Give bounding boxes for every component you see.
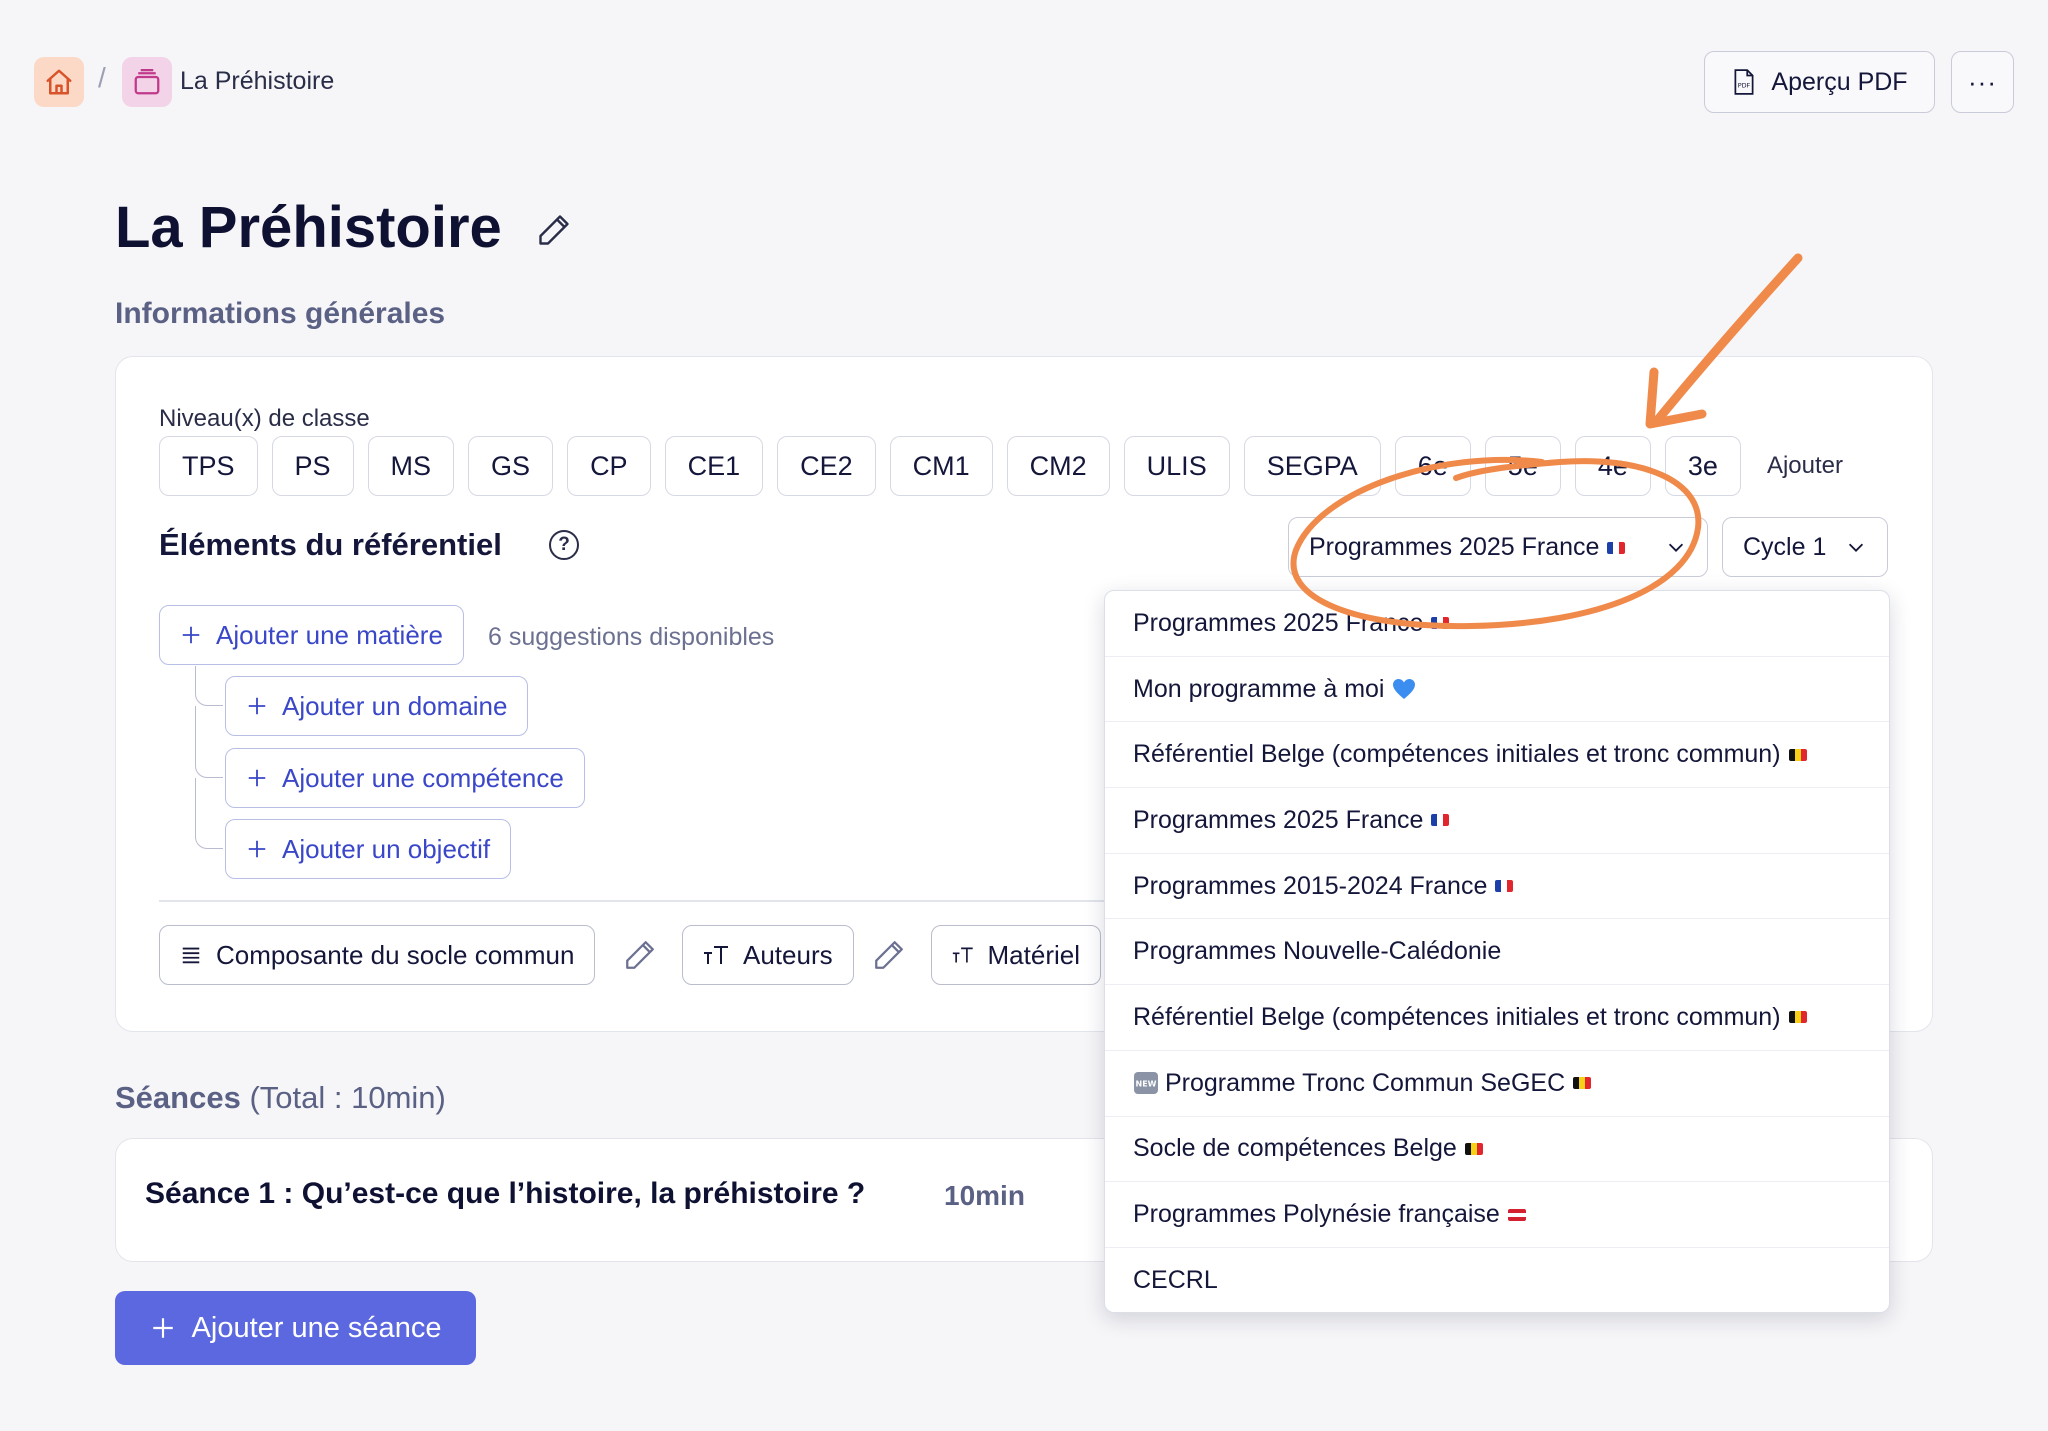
program-option[interactable]: Programmes 2015-2024 France xyxy=(1105,854,1889,920)
pdf-preview-button[interactable]: PDF Aperçu PDF xyxy=(1704,51,1935,113)
more-options-button[interactable]: ··· xyxy=(1951,51,2014,113)
home-button[interactable] xyxy=(34,57,84,107)
chevron-down-icon xyxy=(1848,543,1864,552)
levels-list: TPS PS MS GS CP CE1 CE2 CM1 CM2 ULIS SEG… xyxy=(159,436,1855,496)
levels-label: Niveau(x) de classe xyxy=(159,405,370,432)
pdf-icon: PDF xyxy=(1734,69,1754,95)
tree-connector xyxy=(195,778,223,849)
breadcrumb-separator: / xyxy=(98,62,106,93)
edit-auteurs-button[interactable] xyxy=(872,938,906,977)
level-chip[interactable]: 4e xyxy=(1574,436,1651,496)
level-chip[interactable]: CP xyxy=(567,436,651,496)
france-flag-icon xyxy=(1431,814,1450,827)
svg-text:PDF: PDF xyxy=(1738,81,1751,89)
cycle-select[interactable]: Cycle 1 xyxy=(1722,517,1888,577)
tree-connector xyxy=(195,706,223,778)
add-objectif-button[interactable]: Ajouter un objectif xyxy=(225,819,512,879)
breadcrumb-current[interactable]: La Préhistoire xyxy=(180,67,334,96)
section-info-label: Informations générales xyxy=(115,297,446,330)
edit-title-button[interactable] xyxy=(536,212,572,253)
level-chip[interactable]: PS xyxy=(271,436,354,496)
svg-text:NEW: NEW xyxy=(1136,1080,1157,1089)
pdf-preview-label: Aperçu PDF xyxy=(1771,67,1908,96)
level-chip[interactable]: 3e xyxy=(1664,436,1741,496)
plus-icon xyxy=(248,697,266,715)
belgium-flag-icon xyxy=(1573,1077,1592,1090)
text-size-icon xyxy=(952,947,973,963)
cycle-select-value: Cycle 1 xyxy=(1743,532,1827,561)
add-seance-button[interactable]: Ajouter une séance xyxy=(115,1291,476,1365)
seance-duration: 10min xyxy=(944,1180,1025,1211)
pencil-icon xyxy=(875,941,903,969)
france-flag-icon xyxy=(1495,880,1514,893)
pencil-icon xyxy=(626,941,654,969)
home-icon xyxy=(46,69,72,95)
socle-commun-button[interactable]: Composante du socle commun xyxy=(159,925,596,985)
sequence-button[interactable] xyxy=(122,57,172,107)
france-flag-icon xyxy=(1607,541,1626,554)
suggestions-count: 6 suggestions disponibles xyxy=(488,623,775,651)
program-dropdown: Programmes 2025 France Mon programme à m… xyxy=(1104,590,1890,1313)
add-competence-button[interactable]: Ajouter une compétence xyxy=(225,748,585,808)
program-option[interactable]: Programmes Polynésie française xyxy=(1105,1182,1889,1248)
level-chip[interactable]: CM2 xyxy=(1006,436,1110,496)
plus-icon xyxy=(248,840,266,858)
program-option[interactable]: Référentiel Belge (compétences initiales… xyxy=(1105,722,1889,789)
blue-heart-icon xyxy=(1393,679,1416,700)
level-chip[interactable]: MS xyxy=(367,436,455,496)
program-option[interactable]: CECRL xyxy=(1105,1248,1889,1312)
program-option[interactable]: Référentiel Belge (compétences initiales… xyxy=(1105,985,1889,1051)
add-matiere-button[interactable]: Ajouter une matière xyxy=(159,605,464,665)
level-chip[interactable]: 5e xyxy=(1484,436,1561,496)
program-select-value: Programmes 2025 France xyxy=(1309,533,1626,562)
level-chip[interactable]: 6e xyxy=(1394,436,1471,496)
page-title: La Préhistoire xyxy=(115,195,502,260)
program-option[interactable]: Mon programme à moi xyxy=(1105,657,1889,723)
add-level-button[interactable]: Ajouter xyxy=(1755,436,1855,496)
program-select[interactable]: Programmes 2025 France xyxy=(1288,517,1708,577)
france-flag-icon xyxy=(1431,617,1450,630)
level-chip[interactable]: ULIS xyxy=(1123,436,1230,496)
plus-icon xyxy=(182,626,200,644)
list-icon xyxy=(182,947,200,964)
plus-icon xyxy=(248,769,266,787)
materiel-button[interactable]: Matériel xyxy=(931,925,1101,985)
program-option[interactable]: NEW Programme Tronc Commun SeGEC xyxy=(1105,1051,1889,1117)
belgium-flag-icon xyxy=(1464,1142,1483,1155)
level-chip[interactable]: GS xyxy=(468,436,554,496)
seance-title: Séance 1 : Qu’est-ce que l’histoire, la … xyxy=(145,1177,866,1210)
polynesia-flag-icon xyxy=(1507,1208,1526,1221)
divider xyxy=(159,900,1109,902)
program-option[interactable]: Programmes 2025 France xyxy=(1105,788,1889,854)
belgium-flag-icon xyxy=(1788,748,1807,761)
text-size-icon xyxy=(704,946,728,964)
pencil-icon xyxy=(539,215,569,245)
level-chip[interactable]: CE2 xyxy=(777,436,876,496)
new-badge-icon: NEW xyxy=(1134,1072,1158,1095)
add-domaine-button[interactable]: Ajouter un domaine xyxy=(225,676,529,736)
level-chip[interactable]: SEGPA xyxy=(1243,436,1381,496)
auteurs-button[interactable]: Auteurs xyxy=(682,925,854,985)
referentiel-title: Éléments du référentiel xyxy=(159,527,502,562)
edit-socle-button[interactable] xyxy=(623,938,657,977)
belgium-flag-icon xyxy=(1788,1011,1807,1024)
tree-connector xyxy=(195,666,223,706)
help-icon[interactable]: ? xyxy=(549,530,579,560)
seances-header: Séances (Total : 10min) xyxy=(115,1080,446,1115)
level-chip[interactable]: TPS xyxy=(159,436,258,496)
stack-icon xyxy=(134,69,160,95)
program-option[interactable]: Socle de compétences Belge xyxy=(1105,1117,1889,1183)
level-chip[interactable]: CE1 xyxy=(664,436,764,496)
plus-icon xyxy=(152,1318,173,1338)
program-option[interactable]: Programmes 2025 France xyxy=(1105,591,1889,657)
level-chip[interactable]: CM1 xyxy=(889,436,993,496)
chevron-down-icon xyxy=(1668,543,1684,552)
program-option[interactable]: Programmes Nouvelle-Calédonie xyxy=(1105,919,1889,986)
